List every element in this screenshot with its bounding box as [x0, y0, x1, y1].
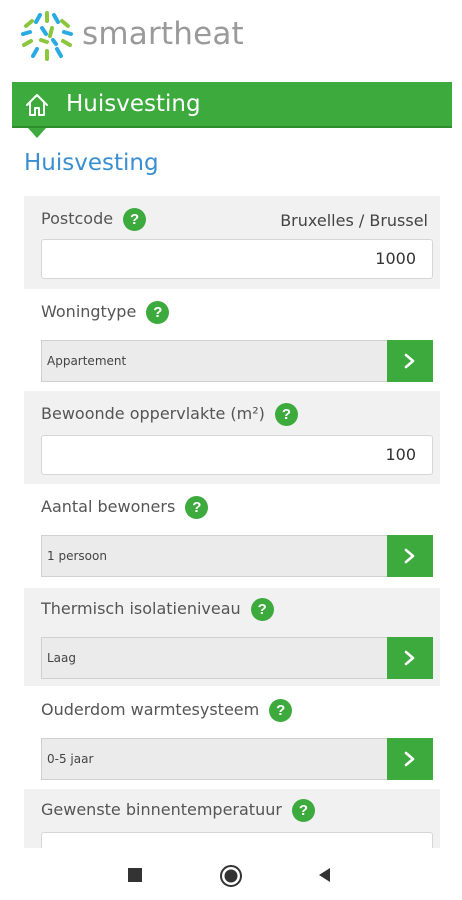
app-header: smartheat [0, 0, 462, 72]
temperatuur-input[interactable] [41, 832, 433, 848]
bewoners-select[interactable]: 1 persoon [41, 535, 433, 577]
oppervlakte-help-icon[interactable]: ? [274, 403, 298, 426]
woningtype-select[interactable]: Appartement [41, 340, 433, 382]
back-icon[interactable] [316, 866, 332, 884]
banner-pointer [28, 128, 46, 138]
ouderdom-label-text: Ouderdom warmtesysteem [41, 700, 260, 719]
chevron-right-icon [404, 751, 415, 767]
postcode-input[interactable]: 1000 [41, 239, 433, 279]
smartheat-logo [21, 11, 73, 61]
section-banner: Huisvesting [12, 82, 452, 128]
section-title: Huisvesting [24, 150, 159, 176]
brand-name: smartheat [82, 16, 244, 52]
bewoners-label: Aantal bewoners? [41, 496, 209, 519]
postcode-label-text: Postcode [41, 209, 114, 228]
postcode-label: Postcode? [41, 208, 147, 231]
chevron-right-icon [404, 548, 415, 564]
bewoners-label-text: Aantal bewoners [41, 497, 176, 516]
temperatuur-label: Gewenste binnentemperatuur? [41, 799, 315, 822]
home-icon [26, 94, 48, 116]
isolatie-select[interactable]: Laag [41, 637, 433, 679]
woningtype-dropdown-button[interactable] [387, 340, 433, 382]
ouderdom-value: 0-5 jaar [47, 752, 94, 766]
woningtype-label: Woningtype? [41, 301, 170, 324]
ouderdom-dropdown-button[interactable] [387, 738, 433, 780]
bewoners-help-icon[interactable]: ? [185, 496, 209, 519]
banner-title: Huisvesting [66, 91, 201, 117]
isolatie-label-text: Thermisch isolatieniveau [41, 599, 241, 618]
woningtype-panel: Woningtype? Appartement [24, 291, 440, 388]
postcode-city: Bruxelles / Brussel [280, 211, 428, 230]
home-circle-icon[interactable] [219, 864, 243, 888]
chevron-right-icon [404, 650, 415, 666]
temperatuur-panel: Gewenste binnentemperatuur? [24, 789, 440, 848]
isolatie-help-icon[interactable]: ? [250, 598, 274, 621]
isolatie-panel: Thermisch isolatieniveau? Laag [24, 588, 440, 686]
postcode-help-icon[interactable]: ? [123, 208, 147, 231]
woningtype-label-text: Woningtype [41, 302, 137, 321]
system-navigation-bar [0, 848, 462, 900]
bewoners-panel: Aantal bewoners? 1 persoon [24, 486, 440, 585]
ouderdom-select[interactable]: 0-5 jaar [41, 738, 433, 780]
ouderdom-panel: Ouderdom warmtesysteem? 0-5 jaar [24, 689, 440, 787]
temperatuur-label-text: Gewenste binnentemperatuur [41, 800, 282, 819]
chevron-right-icon [404, 353, 415, 369]
woningtype-help-icon[interactable]: ? [146, 301, 170, 324]
oppervlakte-label: Bewoonde oppervlakte (m²)? [41, 403, 298, 426]
woningtype-value: Appartement [47, 354, 127, 368]
bewoners-value: 1 persoon [47, 549, 107, 563]
bewoners-dropdown-button[interactable] [387, 535, 433, 577]
oppervlakte-label-text: Bewoonde oppervlakte (m²) [41, 404, 265, 423]
postcode-panel: Postcode? Bruxelles / Brussel 1000 [24, 196, 440, 289]
isolatie-value: Laag [47, 651, 77, 665]
ouderdom-help-icon[interactable]: ? [269, 699, 293, 722]
oppervlakte-panel: Bewoonde oppervlakte (m²)? 100 [24, 391, 440, 484]
stop-icon[interactable] [127, 867, 143, 883]
isolatie-dropdown-button[interactable] [387, 637, 433, 679]
oppervlakte-input[interactable]: 100 [41, 435, 433, 475]
temperatuur-help-icon[interactable]: ? [291, 799, 315, 822]
isolatie-label: Thermisch isolatieniveau? [41, 598, 274, 621]
ouderdom-label: Ouderdom warmtesysteem? [41, 699, 293, 722]
